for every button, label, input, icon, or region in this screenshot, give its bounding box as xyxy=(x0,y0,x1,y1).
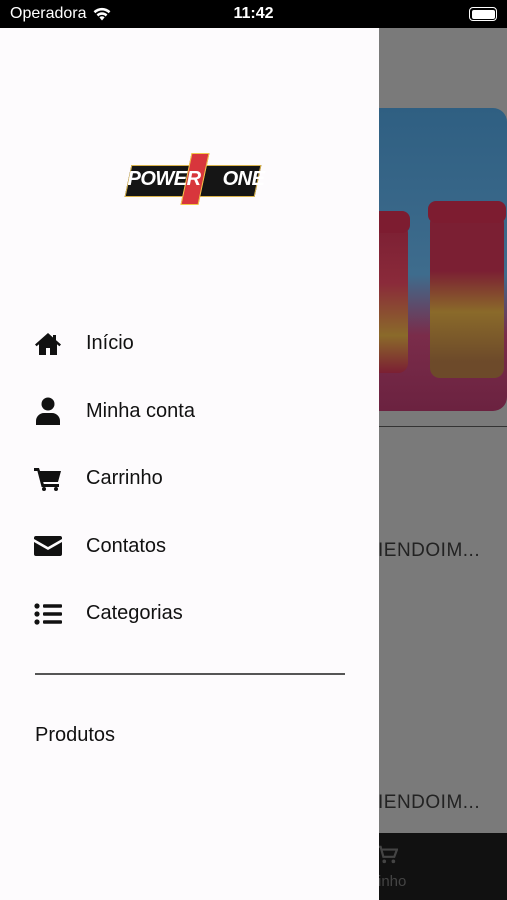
section-title-produtos[interactable]: Produtos xyxy=(35,724,115,747)
home-icon xyxy=(34,330,62,358)
menu-item-label: Minha conta xyxy=(86,399,195,422)
side-drawer: POWER ONE Início Minha conta Carrinho Co… xyxy=(0,28,379,900)
menu-item-contatos[interactable]: Contatos xyxy=(0,513,379,581)
divider xyxy=(360,426,507,427)
menu-item-label: Carrinho xyxy=(86,467,163,490)
cart-icon xyxy=(34,465,62,493)
menu-divider xyxy=(35,673,345,675)
bottom-tab-bar: inho xyxy=(360,833,507,900)
menu-item-label: Contatos xyxy=(86,534,167,557)
cart-icon xyxy=(377,845,398,864)
menu-item-label: Início xyxy=(86,332,134,355)
user-icon xyxy=(34,397,62,426)
drawer-menu: Início Minha conta Carrinho Contatos Cat… xyxy=(0,310,379,648)
product-title: IENDOIM... xyxy=(378,792,481,813)
battery-icon xyxy=(469,7,497,21)
menu-item-inicio[interactable]: Início xyxy=(0,310,379,378)
tab-cart-label: inho xyxy=(378,873,407,890)
brand-logo: POWER ONE xyxy=(124,152,265,205)
menu-item-label: Categorias xyxy=(86,602,183,625)
product-jar-image xyxy=(428,201,506,378)
product-banner-image xyxy=(360,108,507,411)
clock: 11:42 xyxy=(233,5,274,22)
product-title: IENDOIM... xyxy=(378,540,481,561)
menu-item-carrinho[interactable]: Carrinho xyxy=(0,445,379,513)
menu-item-minha-conta[interactable]: Minha conta xyxy=(0,378,379,446)
logo-container: POWER ONE xyxy=(80,68,305,293)
list-icon xyxy=(34,600,62,628)
envelope-icon xyxy=(34,532,62,560)
status-bar: Operadora 11:42 xyxy=(0,0,507,28)
menu-item-categorias[interactable]: Categorias xyxy=(0,580,379,648)
